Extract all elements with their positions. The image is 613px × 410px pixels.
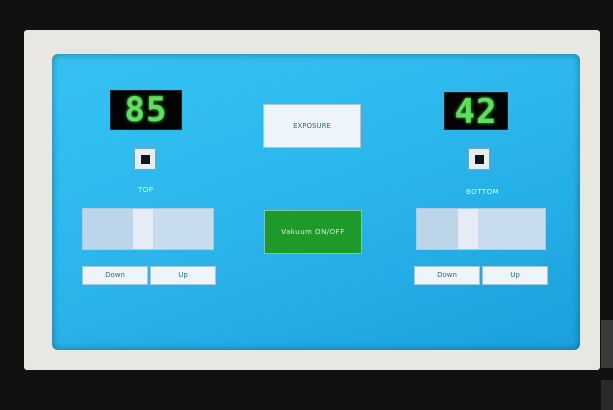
top-value-display: 85 [110, 90, 182, 130]
bottom-checkbox[interactable] [468, 148, 490, 170]
top-label: TOP [138, 186, 154, 194]
bottom-down-button[interactable]: Down [414, 266, 480, 285]
slider-fill [417, 209, 458, 249]
top-down-button[interactable]: Down [82, 266, 148, 285]
bottom-slider[interactable] [416, 208, 546, 250]
top-slider[interactable] [82, 208, 214, 250]
checkbox-mark [141, 155, 150, 164]
slider-thumb[interactable] [133, 209, 153, 249]
bottom-value-display: 42 [444, 92, 508, 131]
slider-fill [83, 209, 133, 249]
slider-thumb[interactable] [458, 209, 478, 249]
bezel-edge [601, 320, 613, 368]
checkbox-mark [475, 155, 484, 164]
bottom-label: BOTTOM [466, 188, 500, 196]
top-checkbox[interactable] [134, 148, 156, 170]
bezel-edge [601, 380, 613, 410]
bottom-up-button[interactable]: Up [482, 266, 548, 285]
exposure-button[interactable]: EXPOSURE [263, 104, 361, 148]
top-up-button[interactable]: Up [150, 266, 216, 285]
vacuum-toggle-button[interactable]: Vakuum ON/OFF [264, 210, 362, 254]
hmi-screen: 85 EXPOSURE 42 TOP BOTTOM Vakuum ON/OFF … [52, 54, 580, 350]
